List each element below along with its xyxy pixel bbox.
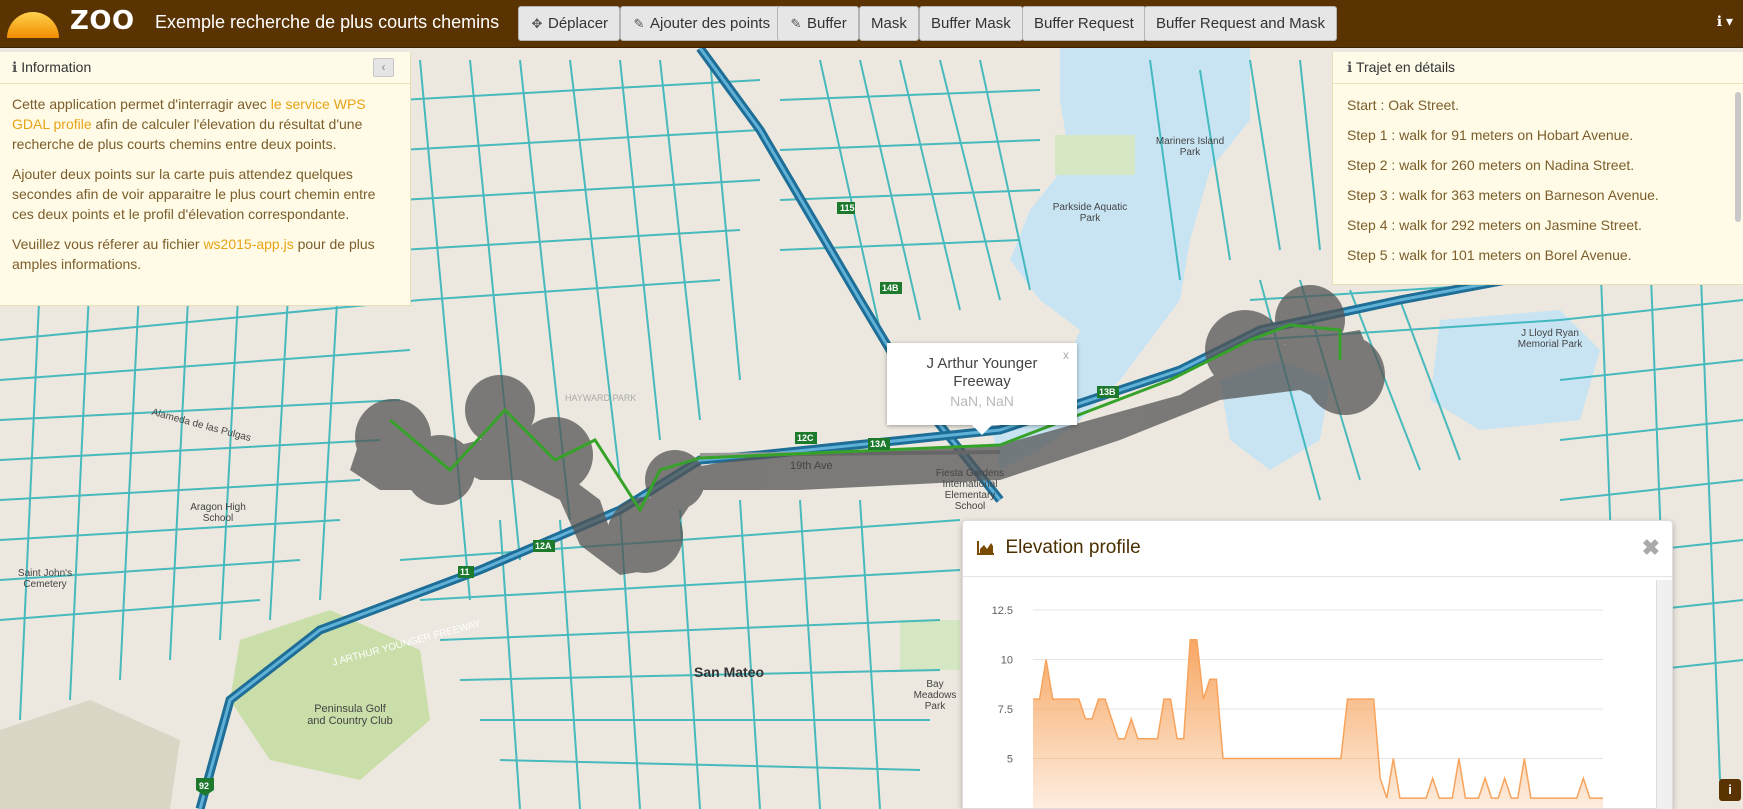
buffer-request-mask-button[interactable]: Buffer Request and Mask bbox=[1144, 6, 1337, 41]
info-icon: ℹ bbox=[12, 59, 18, 75]
add-points-button[interactable]: ✎ Ajouter des points bbox=[620, 6, 783, 41]
map-label-golf: Peninsula Golf and Country Club bbox=[307, 703, 393, 727]
map-label-lloyd-ryan: J Lloyd Ryan Memorial Park bbox=[1517, 328, 1583, 350]
elevation-profile-header: Elevation profile bbox=[963, 521, 1672, 577]
add-points-button-label: Ajouter des points bbox=[650, 15, 771, 32]
area-chart-icon bbox=[977, 540, 999, 557]
buffer-request-button[interactable]: Buffer Request bbox=[1022, 6, 1146, 41]
svg-text:12A: 12A bbox=[535, 541, 552, 551]
route-details-panel: ℹ Trajet en détails Start : Oak Street. … bbox=[1332, 52, 1743, 285]
mask-button-label: Mask bbox=[871, 15, 907, 32]
move-button[interactable]: ✥ Déplacer bbox=[518, 6, 621, 41]
route-step: Step 1 : walk for 91 meters on Hobart Av… bbox=[1347, 127, 1634, 143]
y-tick-label: 12.5 bbox=[992, 605, 1013, 617]
brand[interactable]: ZOO bbox=[70, 6, 135, 36]
route-details-header: ℹ Trajet en détails bbox=[1333, 52, 1743, 84]
route-steps-list: Start : Oak Street. Step 1 : walk for 91… bbox=[1333, 84, 1743, 276]
information-panel-header: ℹ Information ‹ bbox=[0, 52, 410, 84]
pencil-icon: ✎ bbox=[790, 16, 802, 31]
info-paragraph-1: Cette application permet d'interragir av… bbox=[12, 94, 398, 154]
elevation-profile-panel: Elevation profile ✖ 12.5 10 7.5 5 bbox=[962, 520, 1673, 809]
route-step: Step 5 : walk for 101 meters on Borel Av… bbox=[1347, 247, 1632, 263]
elevation-close-button[interactable]: ✖ bbox=[1642, 535, 1660, 561]
svg-text:115: 115 bbox=[840, 203, 855, 213]
elevation-chart[interactable]: 12.5 10 7.5 5 bbox=[963, 578, 1657, 809]
buffer-request-mask-button-label: Buffer Request and Mask bbox=[1156, 15, 1325, 32]
bay-meadows-park bbox=[900, 620, 960, 670]
buffer-button-label: Buffer bbox=[807, 15, 847, 32]
mariners-island-park bbox=[1055, 135, 1135, 175]
info-menu-dropdown[interactable]: ℹ ▾ bbox=[1717, 13, 1733, 30]
map-popup: x J Arthur Younger Freeway NaN, NaN bbox=[887, 343, 1077, 435]
map-label-san-mateo: San Mateo bbox=[694, 664, 765, 680]
app-js-link[interactable]: ws2015-app.js bbox=[203, 236, 293, 252]
svg-text:12C: 12C bbox=[797, 433, 814, 443]
map-label-fiesta: Fiesta Gardens International Elementary … bbox=[935, 468, 1005, 512]
map-label-hayward: HAYWARD PARK bbox=[565, 393, 637, 403]
map-label-parkside: Parkside Aquatic Park bbox=[1052, 202, 1128, 224]
route-step: Step 4 : walk for 292 meters on Jasmine … bbox=[1347, 217, 1642, 233]
route-step: Start : Oak Street. bbox=[1347, 97, 1460, 113]
y-tick-label: 7.5 bbox=[998, 704, 1013, 716]
app-title: Exemple recherche de plus courts chemins bbox=[155, 12, 500, 32]
y-tick-label: 5 bbox=[1007, 754, 1013, 766]
info-paragraph-2: Ajouter deux points sur la carte puis at… bbox=[12, 166, 376, 222]
info-paragraph-3: Veuillez vous réferer au fichier ws2015-… bbox=[12, 234, 398, 274]
elevation-area bbox=[1033, 639, 1603, 808]
route-details-title: Trajet en détails bbox=[1355, 59, 1456, 75]
map-label-mariners: Mariners Island Park bbox=[1155, 136, 1225, 158]
popup-close-button[interactable]: x bbox=[1063, 348, 1069, 362]
y-tick-label: 10 bbox=[1001, 655, 1013, 667]
popup-title: J Arthur Younger Freeway bbox=[926, 355, 1038, 390]
information-panel: ℹ Information ‹ Cette application permet… bbox=[0, 52, 411, 306]
map-label-aragon: Aragon High School bbox=[190, 502, 246, 524]
pencil-icon: ✎ bbox=[633, 16, 645, 31]
svg-text:14B: 14B bbox=[882, 283, 899, 293]
route-step: Step 2 : walk for 260 meters on Nadina S… bbox=[1347, 157, 1635, 173]
svg-text:13B: 13B bbox=[1099, 387, 1116, 397]
info-icon: ℹ bbox=[1347, 59, 1353, 75]
collapse-panel-button[interactable]: ‹ bbox=[373, 58, 394, 77]
info-text: Veuillez vous réferer au fichier bbox=[12, 236, 204, 252]
buffer-button[interactable]: ✎ Buffer bbox=[777, 6, 859, 41]
move-button-label: Déplacer bbox=[548, 15, 609, 32]
mask-button[interactable]: Mask bbox=[859, 6, 919, 41]
route-step: Step 3 : walk for 363 meters on Barneson… bbox=[1347, 187, 1659, 203]
information-panel-title: Information bbox=[21, 59, 92, 75]
elevation-panel-scrollbar[interactable] bbox=[1656, 580, 1672, 809]
info-text: Cette application permet d'interragir av… bbox=[12, 96, 271, 112]
buffer-mask-button-label: Buffer Mask bbox=[931, 15, 1011, 32]
move-icon: ✥ bbox=[531, 16, 543, 31]
attribution-button[interactable]: i bbox=[1719, 779, 1741, 801]
zoo-logo-icon bbox=[7, 12, 59, 38]
navbar: ZOO Exemple recherche de plus courts che… bbox=[0, 0, 1743, 48]
buffer-request-button-label: Buffer Request bbox=[1034, 15, 1134, 32]
elevation-profile-title: Elevation profile bbox=[1005, 537, 1141, 558]
map-label-st-john: Saint John's Cemetery bbox=[17, 568, 73, 590]
route-panel-scrollbar[interactable] bbox=[1735, 92, 1741, 222]
information-panel-body: Cette application permet d'interragir av… bbox=[0, 84, 410, 294]
map-label-19th-ave: 19th Ave bbox=[790, 460, 833, 472]
svg-text:13A: 13A bbox=[870, 439, 887, 449]
map-label-bay-meadows: Bay Meadows Park bbox=[913, 679, 957, 712]
svg-text:11: 11 bbox=[460, 567, 470, 577]
svg-text:92: 92 bbox=[199, 781, 209, 791]
popup-coordinates: NaN, NaN bbox=[950, 393, 1014, 409]
buffer-mask-button[interactable]: Buffer Mask bbox=[919, 6, 1023, 41]
